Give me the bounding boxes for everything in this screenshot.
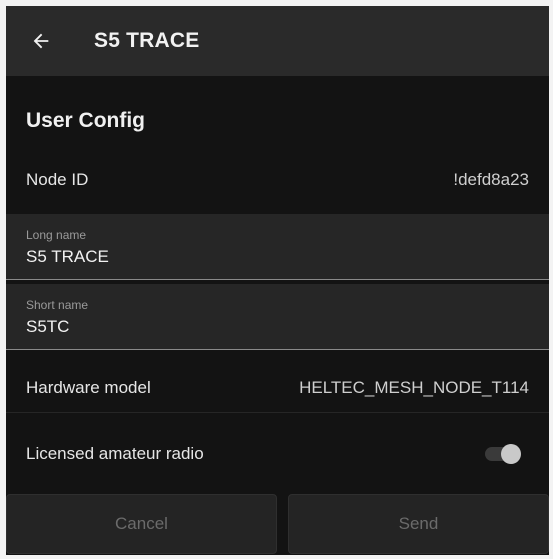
hardware-model-value: HELTEC_MESH_NODE_T114	[299, 377, 529, 397]
node-id-label: Node ID	[26, 170, 89, 189]
licensed-amateur-radio-label: Licensed amateur radio	[26, 444, 204, 463]
short-name-label: Short name	[26, 298, 89, 312]
short-name-field[interactable]: Short name S5TC	[6, 284, 549, 350]
licensed-amateur-radio-row[interactable]: Licensed amateur radio	[6, 428, 549, 480]
switch-knob	[501, 444, 521, 464]
hardware-model-label: Hardware model	[26, 377, 151, 397]
cancel-button[interactable]: Cancel	[6, 494, 277, 554]
back-button[interactable]	[28, 28, 54, 54]
long-name-label: Long name	[26, 228, 87, 242]
send-button[interactable]: Send	[288, 494, 549, 554]
section-title: User Config	[26, 109, 146, 132]
hardware-model-row: Hardware model HELTEC_MESH_NODE_T114	[6, 363, 549, 413]
arrow-left-icon	[33, 33, 49, 49]
long-name-value[interactable]: S5 TRACE	[26, 247, 109, 267]
top-app-bar: S5 TRACE	[6, 6, 549, 76]
node-id-value: !defd8a23	[453, 170, 529, 189]
app-screen: S5 TRACE User Config Node ID !defd8a23 L…	[6, 6, 549, 555]
short-name-value[interactable]: S5TC	[26, 317, 69, 337]
page-title: S5 TRACE	[94, 29, 200, 52]
licensed-amateur-radio-switch[interactable]	[485, 444, 521, 464]
node-id-row: Node ID !defd8a23	[6, 156, 549, 204]
long-name-field[interactable]: Long name S5 TRACE	[6, 214, 549, 280]
